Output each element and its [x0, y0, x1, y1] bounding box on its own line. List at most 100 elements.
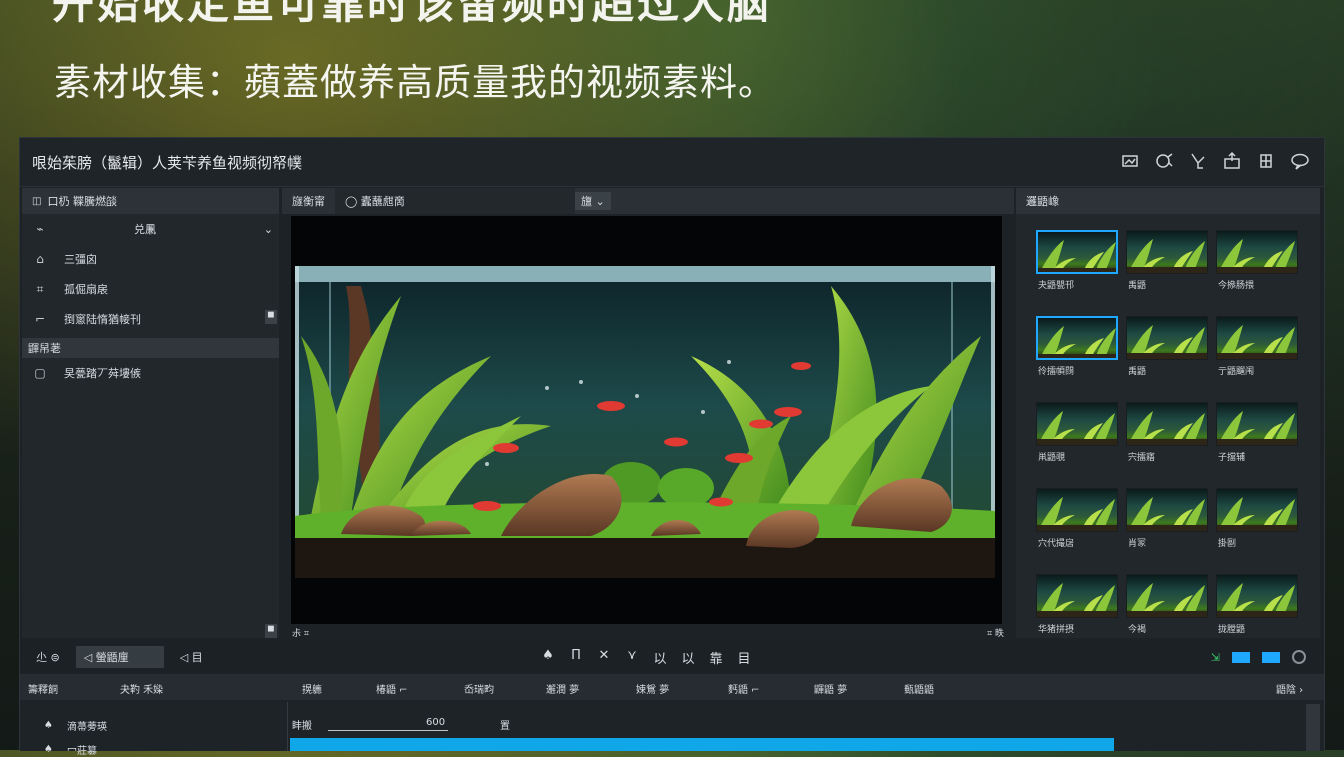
- thumbnail-image: [1126, 230, 1208, 274]
- timeline-col[interactable]: 夬靮 禾媣: [120, 681, 163, 696]
- viewer-tab-source[interactable]: 旞衡甯: [282, 188, 335, 214]
- timeline-scrollbar[interactable]: [1306, 704, 1320, 751]
- track-divider: [287, 702, 288, 751]
- tool-roll[interactable]: 以: [680, 648, 696, 667]
- tool-slide[interactable]: 目: [736, 648, 752, 667]
- viewer-timecode-start: 尗 ⌗: [292, 629, 309, 639]
- thumbnail-image: [1216, 402, 1298, 446]
- media-row-label: 兑凲: [134, 223, 156, 236]
- thumbnail-label: 华猪拼摂: [1038, 625, 1075, 635]
- view-toggles: ⇲: [1211, 650, 1306, 664]
- export-icon[interactable]: [1220, 149, 1244, 173]
- media-row-import[interactable]: ⌁ 兑凲 ⌄: [22, 214, 279, 244]
- ruler-label: 盽搬: [292, 721, 312, 732]
- effect-thumbnail[interactable]: 鼡鼯覗: [1036, 402, 1118, 488]
- title-bar-icons: [1118, 149, 1312, 173]
- thumbnail-image: [1036, 316, 1118, 360]
- square-icon: ▢: [34, 366, 46, 380]
- thumbnail-image: [1126, 488, 1208, 532]
- effect-thumbnail[interactable]: 掛剾: [1216, 488, 1298, 574]
- record-icon[interactable]: [1292, 650, 1306, 664]
- thumbnail-label: 夬鼯甖邗: [1038, 281, 1075, 291]
- tool-ripple[interactable]: 以: [652, 648, 668, 667]
- video-clip[interactable]: [290, 738, 1114, 751]
- crop-icon[interactable]: [1152, 149, 1176, 173]
- panel-scroll-down[interactable]: ◼: [265, 624, 277, 638]
- media-row-clip[interactable]: ⌗ 孤倔扇扆: [22, 274, 279, 304]
- timeline-col[interactable]: 籌釋餇: [28, 681, 58, 696]
- ruler-value: 600: [426, 717, 446, 728]
- tool-slip[interactable]: 靠: [708, 648, 724, 667]
- snap-icon[interactable]: ⇲: [1211, 651, 1220, 664]
- section-header: 鼲帠荖: [22, 338, 279, 358]
- slide-subtitle: 素材收集：蘋蓋做养高质量我的视频素料。: [54, 61, 776, 104]
- chat-icon[interactable]: [1288, 149, 1312, 173]
- effect-thumbnail[interactable]: 穴代撮扂: [1036, 488, 1118, 574]
- thumbnail-image: [1036, 402, 1118, 446]
- sync-icon: ⌐: [34, 312, 46, 326]
- effect-thumbnail[interactable]: 彾擂幁閯: [1036, 316, 1118, 402]
- media-row-sync[interactable]: ⌐ 捯窻陆惰猶帹刊: [22, 304, 279, 334]
- tool-split[interactable]: ⋎: [624, 648, 640, 667]
- media-library-panel: ◫ 口㭁 鞢騰燃燄 ⌁ 兑凲 ⌄ ⌂ 三彊囟 ⌗ 孤倔扇扆 ⌐ 捯窻陆惰猶帹刊 …: [22, 188, 279, 638]
- view-toggle-2[interactable]: [1262, 651, 1280, 663]
- effect-thumbnail[interactable]: 宍擂寤: [1126, 402, 1208, 488]
- effect-thumbnail[interactable]: 子擋辅: [1216, 402, 1298, 488]
- clip-icon: ⌗: [36, 281, 44, 296]
- thumbnail-label: 亍鼯飀闱: [1218, 367, 1255, 377]
- effects-browser-panel: 邏鼯嶑 夬鼯甖邗 禹鼯 今撡肠揋 彾擂幁閯 禹鼯 亍鼯飀闱 鼡鼯覗 宍擂寤 子擋辅 穴代撮扂 肖冡掛…: [1016, 188, 1320, 638]
- media-row-camera[interactable]: ⌂ 三彊囟: [22, 244, 279, 274]
- image-edit-icon[interactable]: [1118, 149, 1142, 173]
- timeline-col[interactable]: 甀鼯鼯: [904, 681, 934, 696]
- viewer-header: 旞衡甯 ◯ 蠹蘸甝啇 旜 ⌄: [282, 188, 1014, 214]
- viewer-footer: 尗 ⌗ ⌗ 昳: [282, 624, 1014, 639]
- effect-thumbnail[interactable]: 禹鼯: [1126, 230, 1208, 316]
- effect-thumbnail[interactable]: 禹鼯: [1126, 316, 1208, 402]
- timeline-col[interactable]: 鼯陰 ›: [1276, 681, 1303, 696]
- tool-cut[interactable]: ✕: [596, 648, 612, 667]
- tool-select[interactable]: ♠: [540, 648, 556, 667]
- timeline-col[interactable]: 邂潤 夢: [546, 681, 579, 696]
- slide-headline: 开始收定鱼可靠时该留频时超过大脑: [52, 0, 773, 28]
- toolbar-active-mode[interactable]: ◁ 螢鼯㢆: [75, 646, 164, 668]
- timeline-tracks[interactable]: ♠ 滴菷蒡瑛 ♠ 冖莊篡 盽搬 600 置: [20, 702, 1324, 757]
- thumbnail-grid: 夬鼯甖邗 禹鼯 今撡肠揋 彾擂幁閯 禹鼯 亍鼯飀闱 鼡鼯覗 宍擂寤 子擋辅 穴代撮扂 肖冡 掛剾 华猪拼…: [1036, 230, 1300, 660]
- tool-trim[interactable]: Π: [568, 648, 584, 667]
- timeline-col[interactable]: 娕鴛 夢: [636, 681, 669, 696]
- app-title: 哏始茱膀（鬣辑）人荚苄养鱼视频彻帑幞: [32, 153, 303, 172]
- thumbnail-image: [1126, 574, 1208, 618]
- effect-thumbnail[interactable]: 今撡肠揋: [1216, 230, 1298, 316]
- timeline-col[interactable]: 椿鼯 ⌐: [376, 681, 408, 696]
- media-row-label: 三彊囟: [64, 253, 97, 266]
- media-library-title: 口㭁 鞢騰燃燄: [47, 195, 117, 208]
- panel-scroll-up[interactable]: ◼: [265, 310, 277, 324]
- video-preview[interactable]: [291, 216, 1002, 624]
- thumbnail-label: 禹鼯: [1128, 281, 1147, 291]
- thumbnail-image: [1216, 488, 1298, 532]
- timeline-col[interactable]: 鼲鼯 夢: [814, 681, 847, 696]
- timeline-col[interactable]: 岙瑞畇: [464, 681, 494, 696]
- chevron-down-icon[interactable]: ⌄: [264, 223, 273, 236]
- viewer-zoom-dropdown[interactable]: 旜 ⌄: [575, 192, 611, 210]
- media-row-project[interactable]: ▢ 旲甍踏丆荈塿㑵: [22, 358, 279, 388]
- toolbar-mode-secondary[interactable]: ◁ 目: [172, 646, 211, 668]
- effect-thumbnail[interactable]: 肖冡: [1126, 488, 1208, 574]
- cut-icon[interactable]: [1186, 149, 1210, 173]
- viewer-tab-program[interactable]: ◯ 蠹蘸甝啇: [335, 188, 575, 214]
- effect-thumbnail[interactable]: 亍鼯飀闱: [1216, 316, 1298, 402]
- thumbnail-image: [1036, 574, 1118, 618]
- thumbnail-image: [1126, 402, 1208, 446]
- timeline-col[interactable]: 㨪軈: [302, 681, 322, 696]
- view-toggle-1[interactable]: [1232, 651, 1250, 663]
- track-header-1[interactable]: ♠ 滴菷蒡瑛: [44, 718, 107, 733]
- effects-icon[interactable]: [1254, 149, 1278, 173]
- thumbnail-label: 今褐: [1128, 625, 1147, 635]
- effect-thumbnail[interactable]: 夬鼯甖邗: [1036, 230, 1118, 316]
- timeline-header: 籌釋餇 夬靮 禾媣 㨪軈 椿鼯 ⌐ 岙瑞畇 邂潤 夢 娕鴛 夢 麫鼯 ⌐ 鼲鼯 …: [20, 674, 1324, 700]
- media-row-label: 孤倔扇扆: [64, 283, 108, 296]
- timeline-col[interactable]: 麫鼯 ⌐: [728, 681, 760, 696]
- toolbar-left-tools[interactable]: 尐 ⊜: [28, 646, 68, 668]
- media-row-label: 旲甍踏丆荈塿㑵: [64, 367, 141, 380]
- thumbnail-label: 子擋辅: [1218, 453, 1246, 463]
- track-icon: ♠: [44, 720, 53, 731]
